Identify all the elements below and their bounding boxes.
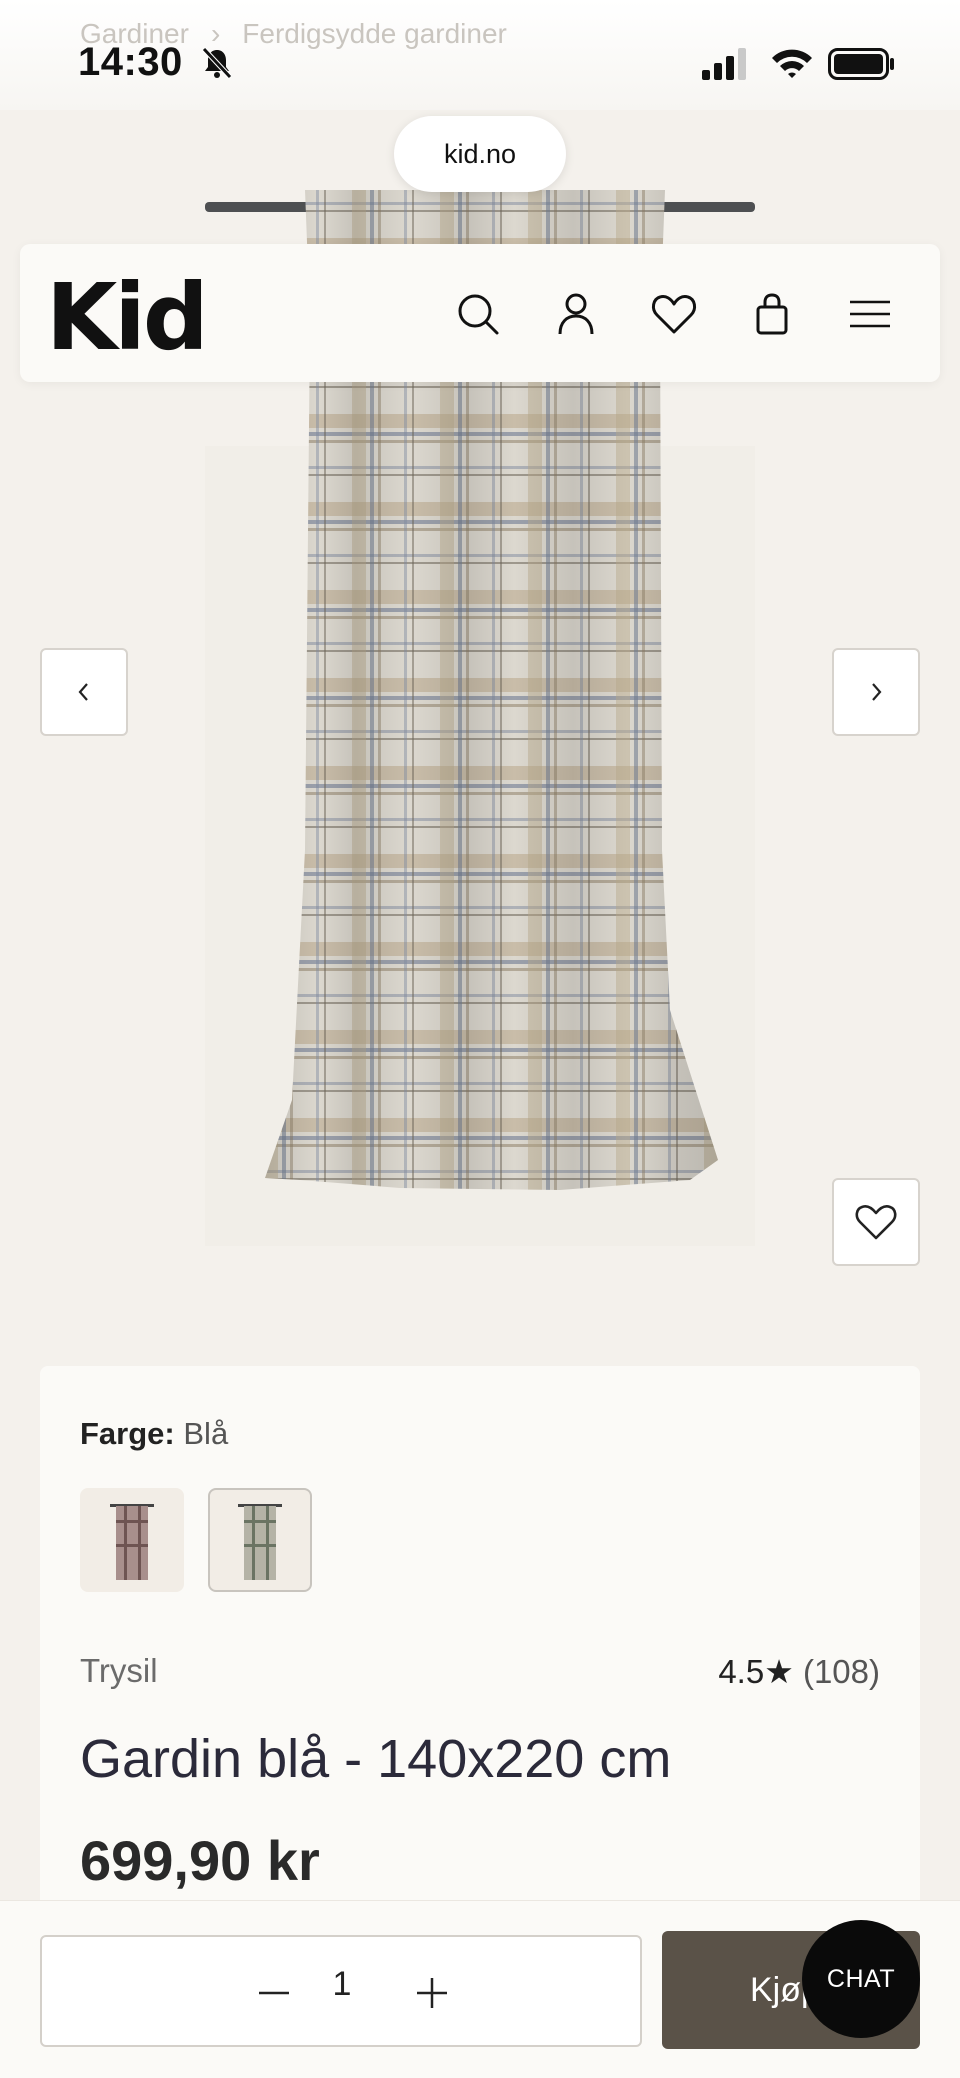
heart-icon [855,1205,897,1240]
color-label-value: Blå [183,1416,229,1451]
swatch-thumbnail [110,1504,154,1580]
prev-image-button[interactable] [40,648,128,736]
status-bar: Gardiner › Ferdigsydde gardiner 14:30 [0,0,960,110]
heart-icon[interactable] [650,290,698,338]
quantity-value[interactable]: 1 [322,1965,362,2004]
minus-icon [259,1991,289,1995]
product-price: 699,90 kr [80,1829,320,1892]
bell-muted-icon [202,47,232,79]
signal-icon [702,48,746,80]
url-text: kid.no [443,138,517,169]
chat-button-label: CHAT [826,1964,896,1993]
bag-icon[interactable] [748,290,796,338]
color-swatch-red[interactable] [80,1488,184,1592]
product-title: Gardin blå - 140x220 cm [80,1729,672,1789]
account-icon[interactable] [552,290,600,338]
color-label: Farge: Blå [80,1416,228,1452]
swatch-thumbnail [238,1504,282,1580]
color-swatch-blue[interactable] [208,1488,312,1592]
chevron-right-icon [872,683,882,701]
quantity-stepper: 1 [40,1935,642,2047]
battery-icon [828,48,894,80]
add-to-favorites-button[interactable] [832,1178,920,1266]
brand-name[interactable]: Trysil [80,1652,158,1690]
next-image-button[interactable] [832,648,920,736]
increase-quantity-button[interactable] [402,1963,462,2023]
rating-value: 4.5 [718,1653,765,1690]
wifi-icon [772,49,812,78]
site-header: Kid [20,244,940,382]
kid-logo[interactable]: Kid [46,264,209,371]
url-bar[interactable]: kid.no [394,116,566,192]
color-label-key: Farge: [80,1416,175,1451]
breadcrumb-item[interactable]: Ferdigsydde gardiner [242,18,507,50]
search-icon[interactable] [454,290,502,338]
status-time: 14:30 [78,40,183,84]
chevron-left-icon [78,683,88,701]
star-icon: ★ [764,1653,794,1690]
rating[interactable]: 4.5★ (108) [718,1652,880,1691]
plus-icon [417,1978,447,2008]
menu-icon[interactable] [846,290,894,338]
review-count: (108) [802,1653,880,1690]
chat-button[interactable]: CHAT [802,1920,920,2038]
decrease-quantity-button[interactable] [244,1963,304,2023]
